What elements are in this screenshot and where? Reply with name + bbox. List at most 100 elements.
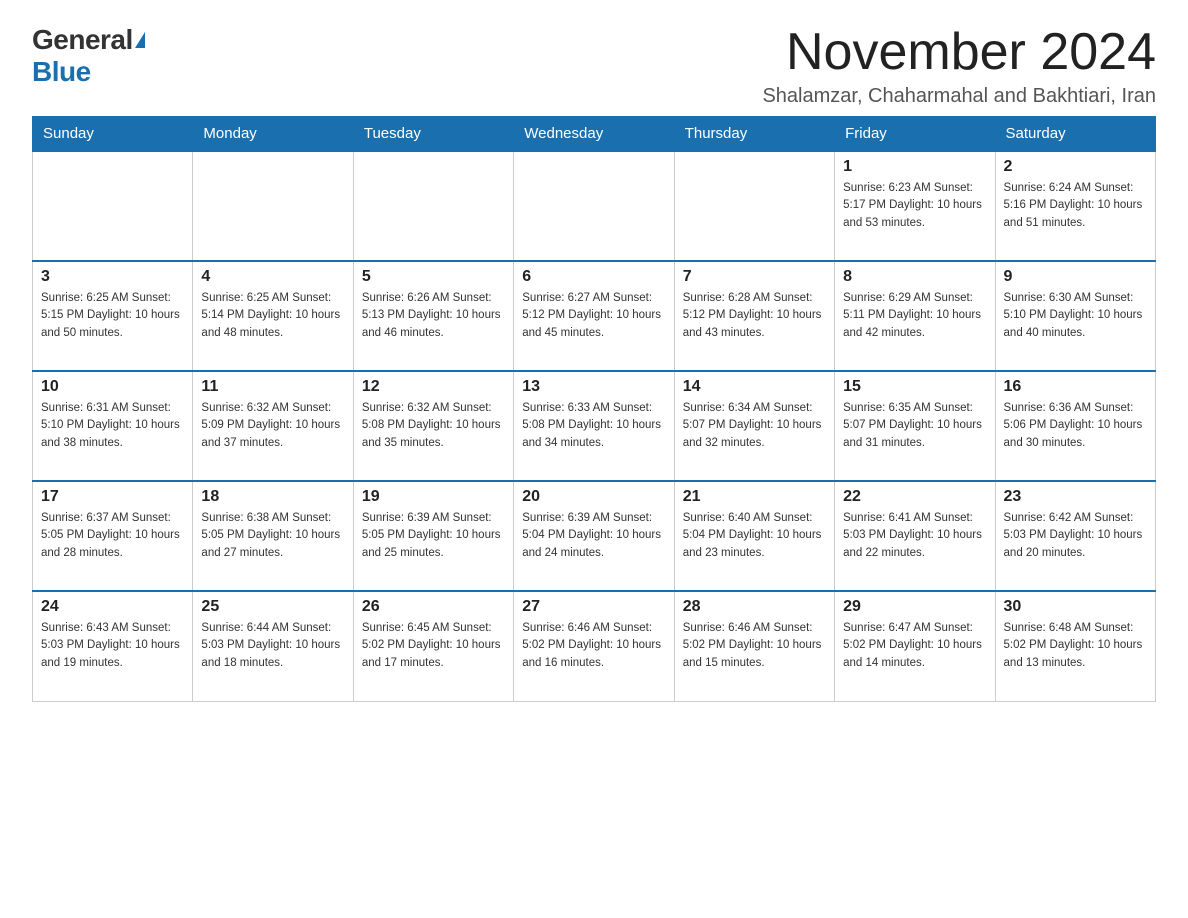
day-info: Sunrise: 6:36 AM Sunset: 5:06 PM Dayligh… [1004,400,1147,452]
weekday-header-thursday: Thursday [674,117,834,152]
day-info: Sunrise: 6:32 AM Sunset: 5:08 PM Dayligh… [362,400,505,452]
calendar-cell: 28 Sunrise: 6:46 AM Sunset: 5:02 PM Dayli… [674,591,834,701]
calendar-cell: 5Sunrise: 6:26 AM Sunset: 5:13 PM Daylig… [353,261,513,371]
calendar-week-row: 24Sunrise: 6:43 AM Sunset: 5:03 PM Dayli… [33,591,1156,701]
logo: General Blue [32,24,145,88]
day-info: Sunrise: 6:48 AM Sunset: 5:02 PM Dayligh… [1004,620,1147,672]
day-info: Sunrise: 6:39 AM Sunset: 5:04 PM Dayligh… [522,510,665,562]
logo-blue-text: Blue [32,56,91,88]
day-info: Sunrise: 6:25 AM Sunset: 5:14 PM Dayligh… [201,290,344,342]
calendar-cell: 9 Sunrise: 6:30 AM Sunset: 5:10 PM Daylig… [995,261,1155,371]
day-info: Sunrise: 6:40 AM Sunset: 5:04 PM Dayligh… [683,510,826,562]
calendar-cell: 25 Sunrise: 6:44 AM Sunset: 5:03 PM Dayli… [193,591,353,701]
day-number: 20 [522,488,665,506]
title-section: November 2024 Shalamzar, Chaharmahal and… [762,24,1156,108]
day-number: 8 [843,268,986,286]
calendar-cell: 17 Sunrise: 6:37 AM Sunset: 5:05 PM Dayli… [33,481,193,591]
calendar-cell: 6 Sunrise: 6:27 AM Sunset: 5:12 PM Daylig… [514,261,674,371]
day-number: 28 [683,598,826,616]
day-number: 12 [362,378,505,396]
calendar-cell: 27 Sunrise: 6:46 AM Sunset: 5:02 PM Dayli… [514,591,674,701]
calendar-cell: 21Sunrise: 6:40 AM Sunset: 5:04 PM Dayli… [674,481,834,591]
day-info: Sunrise: 6:42 AM Sunset: 5:03 PM Dayligh… [1004,510,1147,562]
day-number: 15 [843,378,986,396]
calendar-week-row: 1 Sunrise: 6:23 AM Sunset: 5:17 PM Daylig… [33,151,1156,261]
day-info: Sunrise: 6:37 AM Sunset: 5:05 PM Dayligh… [41,510,184,562]
day-number: 27 [522,598,665,616]
day-info: Sunrise: 6:24 AM Sunset: 5:16 PM Dayligh… [1004,180,1147,232]
calendar-cell: 4 Sunrise: 6:25 AM Sunset: 5:14 PM Daylig… [193,261,353,371]
day-info: Sunrise: 6:29 AM Sunset: 5:11 PM Dayligh… [843,290,986,342]
calendar-cell: 26Sunrise: 6:45 AM Sunset: 5:02 PM Dayli… [353,591,513,701]
calendar-week-row: 3 Sunrise: 6:25 AM Sunset: 5:15 PM Daylig… [33,261,1156,371]
day-number: 25 [201,598,344,616]
calendar-cell: 19 Sunrise: 6:39 AM Sunset: 5:05 PM Dayli… [353,481,513,591]
day-info: Sunrise: 6:32 AM Sunset: 5:09 PM Dayligh… [201,400,344,452]
location-title: Shalamzar, Chaharmahal and Bakhtiari, Ir… [762,85,1156,108]
calendar-table: SundayMondayTuesdayWednesdayThursdayFrid… [32,116,1156,702]
day-number: 6 [522,268,665,286]
weekday-header-sunday: Sunday [33,117,193,152]
day-info: Sunrise: 6:34 AM Sunset: 5:07 PM Dayligh… [683,400,826,452]
day-info: Sunrise: 6:47 AM Sunset: 5:02 PM Dayligh… [843,620,986,672]
day-number: 23 [1004,488,1147,506]
day-info: Sunrise: 6:46 AM Sunset: 5:02 PM Dayligh… [683,620,826,672]
day-number: 7 [683,268,826,286]
month-title: November 2024 [762,24,1156,81]
logo-general-text: General [32,24,133,56]
weekday-header-saturday: Saturday [995,117,1155,152]
calendar-header-row: SundayMondayTuesdayWednesdayThursdayFrid… [33,117,1156,152]
calendar-cell: 12 Sunrise: 6:32 AM Sunset: 5:08 PM Dayli… [353,371,513,481]
calendar-cell: 2 Sunrise: 6:24 AM Sunset: 5:16 PM Daylig… [995,151,1155,261]
day-info: Sunrise: 6:41 AM Sunset: 5:03 PM Dayligh… [843,510,986,562]
day-number: 10 [41,378,184,396]
day-number: 3 [41,268,184,286]
weekday-header-wednesday: Wednesday [514,117,674,152]
calendar-cell: 16Sunrise: 6:36 AM Sunset: 5:06 PM Dayli… [995,371,1155,481]
calendar-cell: 23 Sunrise: 6:42 AM Sunset: 5:03 PM Dayli… [995,481,1155,591]
logo-triangle-icon [135,32,145,48]
page-header: General Blue November 2024 Shalamzar, Ch… [32,24,1156,108]
day-info: Sunrise: 6:46 AM Sunset: 5:02 PM Dayligh… [522,620,665,672]
calendar-cell: 18Sunrise: 6:38 AM Sunset: 5:05 PM Dayli… [193,481,353,591]
day-number: 13 [522,378,665,396]
calendar-week-row: 17 Sunrise: 6:37 AM Sunset: 5:05 PM Dayli… [33,481,1156,591]
day-number: 1 [843,158,986,176]
day-number: 17 [41,488,184,506]
day-number: 9 [1004,268,1147,286]
calendar-cell: 8 Sunrise: 6:29 AM Sunset: 5:11 PM Daylig… [835,261,995,371]
calendar-cell [33,151,193,261]
day-number: 11 [201,378,344,396]
weekday-header-friday: Friday [835,117,995,152]
day-info: Sunrise: 6:23 AM Sunset: 5:17 PM Dayligh… [843,180,986,232]
day-number: 14 [683,378,826,396]
day-number: 19 [362,488,505,506]
day-info: Sunrise: 6:44 AM Sunset: 5:03 PM Dayligh… [201,620,344,672]
day-info: Sunrise: 6:43 AM Sunset: 5:03 PM Dayligh… [41,620,184,672]
calendar-cell: 24Sunrise: 6:43 AM Sunset: 5:03 PM Dayli… [33,591,193,701]
day-info: Sunrise: 6:25 AM Sunset: 5:15 PM Dayligh… [41,290,184,342]
day-number: 18 [201,488,344,506]
calendar-cell: 1 Sunrise: 6:23 AM Sunset: 5:17 PM Daylig… [835,151,995,261]
day-number: 5 [362,268,505,286]
calendar-cell [193,151,353,261]
calendar-cell: 14 Sunrise: 6:34 AM Sunset: 5:07 PM Dayli… [674,371,834,481]
day-info: Sunrise: 6:30 AM Sunset: 5:10 PM Dayligh… [1004,290,1147,342]
calendar-cell [353,151,513,261]
calendar-cell: 3 Sunrise: 6:25 AM Sunset: 5:15 PM Daylig… [33,261,193,371]
calendar-cell: 29Sunrise: 6:47 AM Sunset: 5:02 PM Dayli… [835,591,995,701]
calendar-cell: 10Sunrise: 6:31 AM Sunset: 5:10 PM Dayli… [33,371,193,481]
calendar-week-row: 10Sunrise: 6:31 AM Sunset: 5:10 PM Dayli… [33,371,1156,481]
calendar-cell: 15Sunrise: 6:35 AM Sunset: 5:07 PM Dayli… [835,371,995,481]
calendar-cell: 20 Sunrise: 6:39 AM Sunset: 5:04 PM Dayli… [514,481,674,591]
weekday-header-monday: Monday [193,117,353,152]
calendar-cell: 13Sunrise: 6:33 AM Sunset: 5:08 PM Dayli… [514,371,674,481]
calendar-cell [514,151,674,261]
day-number: 30 [1004,598,1147,616]
day-number: 22 [843,488,986,506]
day-info: Sunrise: 6:27 AM Sunset: 5:12 PM Dayligh… [522,290,665,342]
calendar-cell [674,151,834,261]
day-number: 4 [201,268,344,286]
day-info: Sunrise: 6:39 AM Sunset: 5:05 PM Dayligh… [362,510,505,562]
day-number: 2 [1004,158,1147,176]
